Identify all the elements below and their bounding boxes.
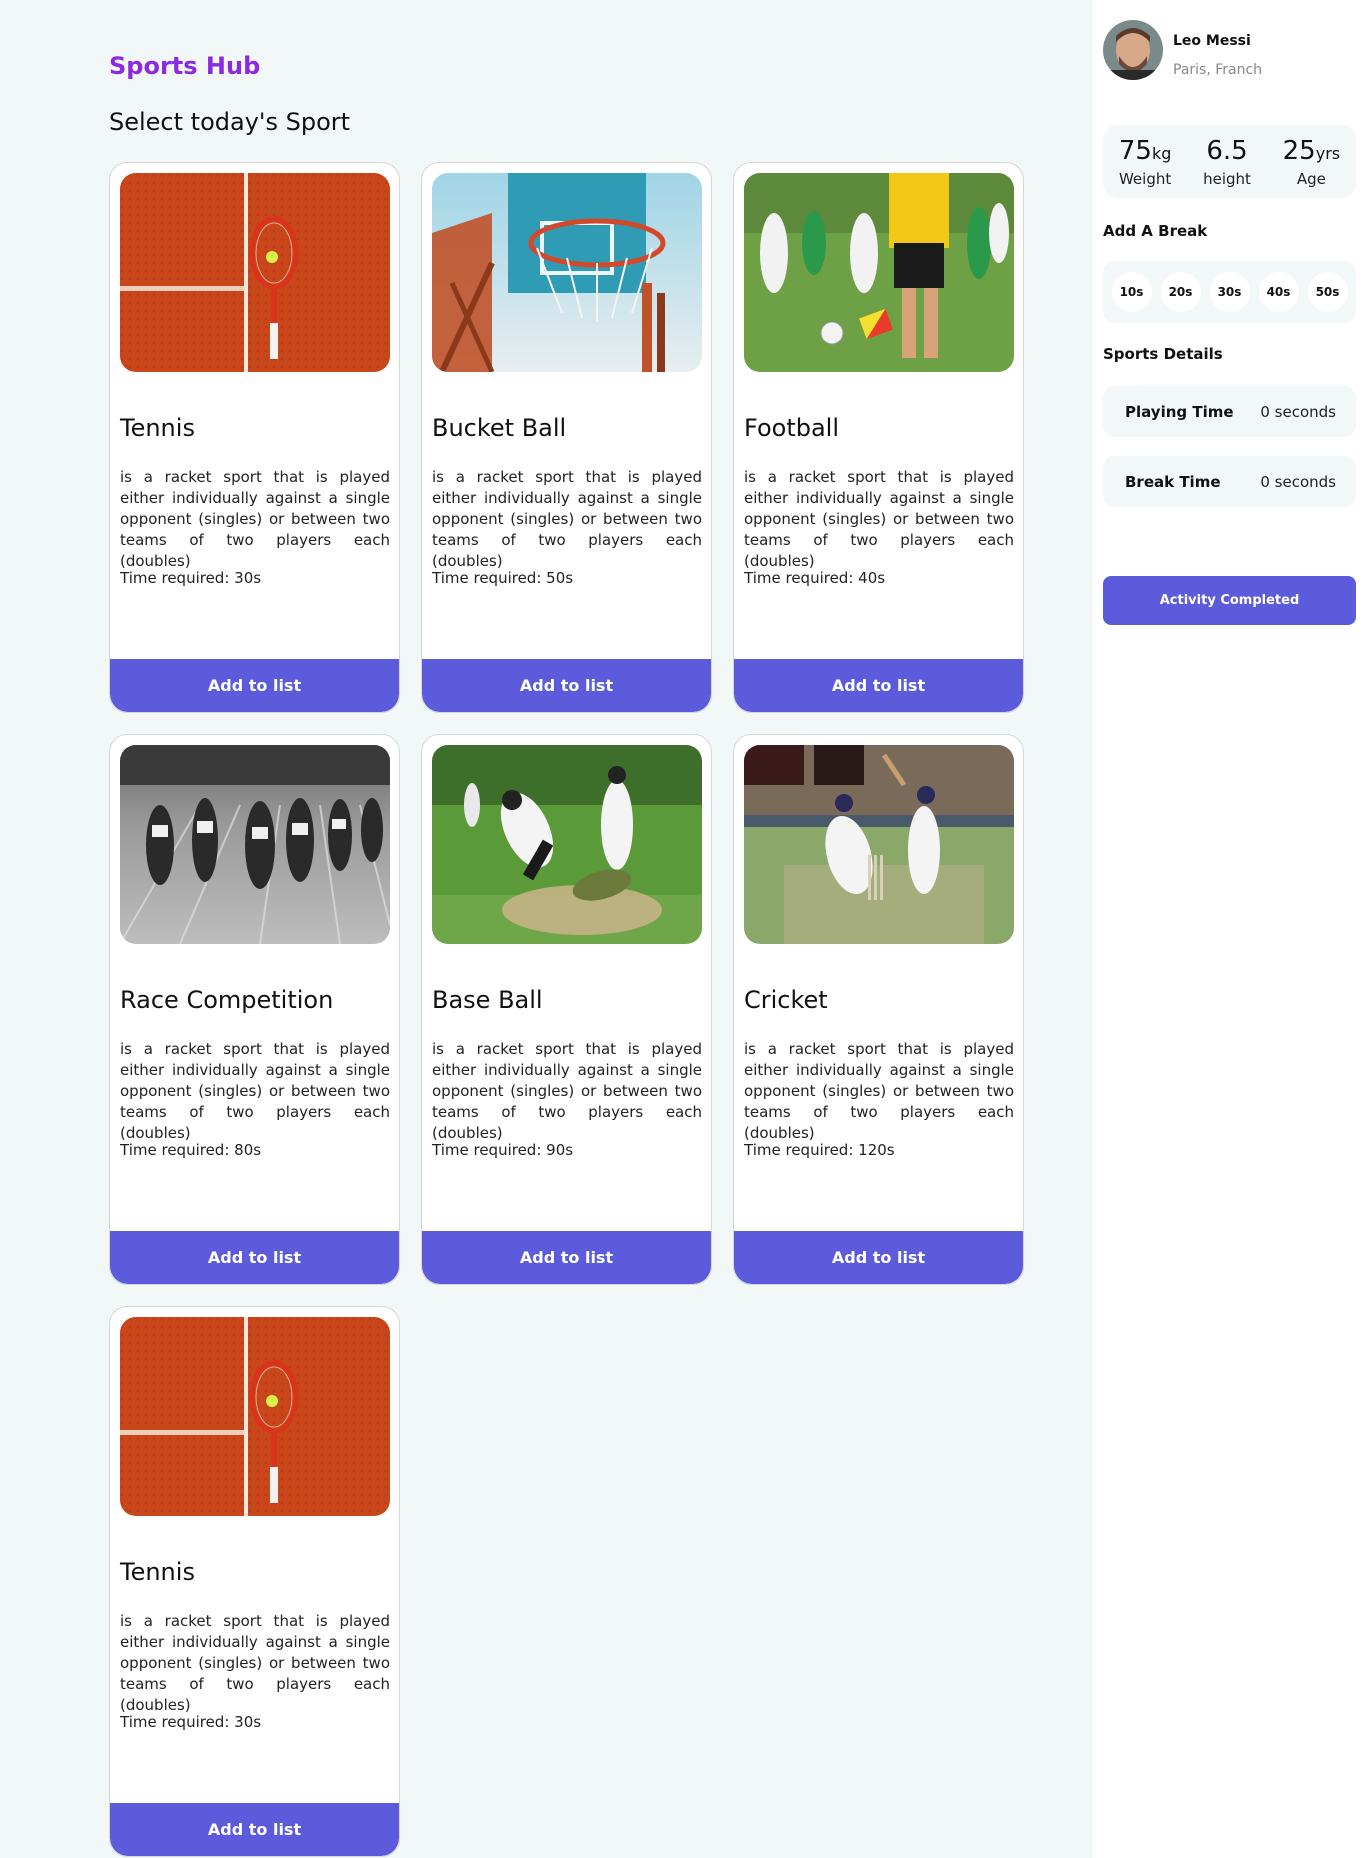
sport-card: Tennis is a racket sport that is played … [109, 1306, 400, 1857]
sport-time-required: Time required: 50s [432, 569, 574, 587]
sport-image [744, 173, 1014, 372]
add-to-list-button[interactable]: Add to list [422, 1231, 711, 1284]
sport-time-required: Time required: 90s [432, 1141, 574, 1159]
stat-height: 6.5 height [1203, 136, 1251, 188]
stat-label: Weight [1118, 169, 1172, 188]
sport-image [744, 745, 1014, 944]
break-option-40s[interactable]: 40s [1258, 272, 1299, 312]
sport-title: Bucket Ball [432, 414, 567, 442]
sport-title: Race Competition [120, 986, 334, 1014]
sport-title: Cricket [744, 986, 828, 1014]
break-option-20s[interactable]: 20s [1160, 272, 1201, 312]
break-options: 10s 20s 30s 40s 50s [1103, 261, 1356, 323]
stat-unit: kg [1151, 143, 1172, 163]
sport-card: Base Ball is a racket sport that is play… [421, 734, 712, 1285]
activity-completed-button[interactable]: Activity Completed [1103, 576, 1356, 625]
sport-card: Cricket is a racket sport that is played… [733, 734, 1024, 1285]
avatar [1103, 20, 1163, 80]
sport-title: Football [744, 414, 840, 442]
break-time-row: Break Time 0 seconds [1103, 456, 1356, 507]
main-content: Sports Hub Select today's Sport Tennis i… [0, 0, 1093, 1858]
stat-value: 75 [1118, 135, 1152, 166]
stat-value: 6.5 [1206, 135, 1248, 166]
sport-card: Race Competition is a racket sport that … [109, 734, 400, 1285]
stat-label: height [1203, 169, 1251, 188]
add-to-list-button[interactable]: Add to list [734, 659, 1023, 712]
sport-description: is a racket sport that is played either … [744, 1040, 1014, 1142]
break-option-10s[interactable]: 10s [1111, 272, 1152, 312]
sport-time-required: Time required: 30s [120, 569, 262, 587]
sport-image [120, 745, 390, 944]
sport-cards-grid: Tennis is a racket sport that is played … [109, 162, 1025, 1857]
sport-description: is a racket sport that is played either … [120, 1612, 390, 1714]
stat-weight: 75kg Weight [1119, 136, 1172, 188]
sport-description: is a racket sport that is played either … [120, 468, 390, 570]
playing-time-label: Playing Time [1125, 402, 1234, 421]
add-to-list-button[interactable]: Add to list [422, 659, 711, 712]
sidebar: Leo Messi Paris, Franch 75kg Weight 6.5 … [1093, 0, 1366, 1858]
sport-time-required: Time required: 120s [744, 1141, 895, 1159]
stat-unit: yrs [1315, 143, 1341, 163]
break-time-value: 0 seconds [1260, 472, 1336, 491]
sport-description: is a racket sport that is played either … [432, 468, 702, 570]
stat-label: Age [1296, 169, 1326, 188]
sport-time-required: Time required: 40s [744, 569, 886, 587]
sport-title: Base Ball [432, 986, 543, 1014]
sport-description: is a racket sport that is played either … [744, 468, 1014, 570]
add-to-list-button[interactable]: Add to list [110, 659, 399, 712]
add-to-list-button[interactable]: Add to list [110, 1231, 399, 1284]
break-time-label: Break Time [1125, 472, 1221, 491]
add-break-heading: Add A Break [1103, 222, 1208, 240]
playing-time-value: 0 seconds [1260, 402, 1336, 421]
sport-time-required: Time required: 30s [120, 1713, 262, 1731]
user-name: Leo Messi [1173, 33, 1251, 49]
add-to-list-button[interactable]: Add to list [110, 1803, 399, 1856]
add-to-list-button[interactable]: Add to list [734, 1231, 1023, 1284]
sport-image [120, 1317, 390, 1516]
profile-stats: 75kg Weight 6.5 height 25yrs Age [1103, 125, 1356, 198]
stat-age: 25yrs Age [1283, 136, 1340, 188]
user-location: Paris, Franch [1173, 62, 1263, 78]
stat-value: 25 [1282, 135, 1316, 166]
sport-title: Tennis [120, 414, 195, 442]
sport-image [120, 173, 390, 372]
sport-image [432, 173, 702, 372]
sport-title: Tennis [120, 1558, 195, 1586]
break-option-50s[interactable]: 50s [1307, 272, 1348, 312]
sport-card: Bucket Ball is a racket sport that is pl… [421, 162, 712, 713]
sport-card: Tennis is a racket sport that is played … [109, 162, 400, 713]
sport-time-required: Time required: 80s [120, 1141, 262, 1159]
sport-description: is a racket sport that is played either … [432, 1040, 702, 1142]
page-subtitle: Select today's Sport [109, 108, 351, 136]
sport-image [432, 745, 702, 944]
brand-title: Sports Hub [109, 52, 261, 80]
break-option-30s[interactable]: 30s [1209, 272, 1250, 312]
sports-details-heading: Sports Details [1103, 345, 1223, 363]
playing-time-row: Playing Time 0 seconds [1103, 386, 1356, 437]
sport-card: Football is a racket sport that is playe… [733, 162, 1024, 713]
sport-description: is a racket sport that is played either … [120, 1040, 390, 1142]
